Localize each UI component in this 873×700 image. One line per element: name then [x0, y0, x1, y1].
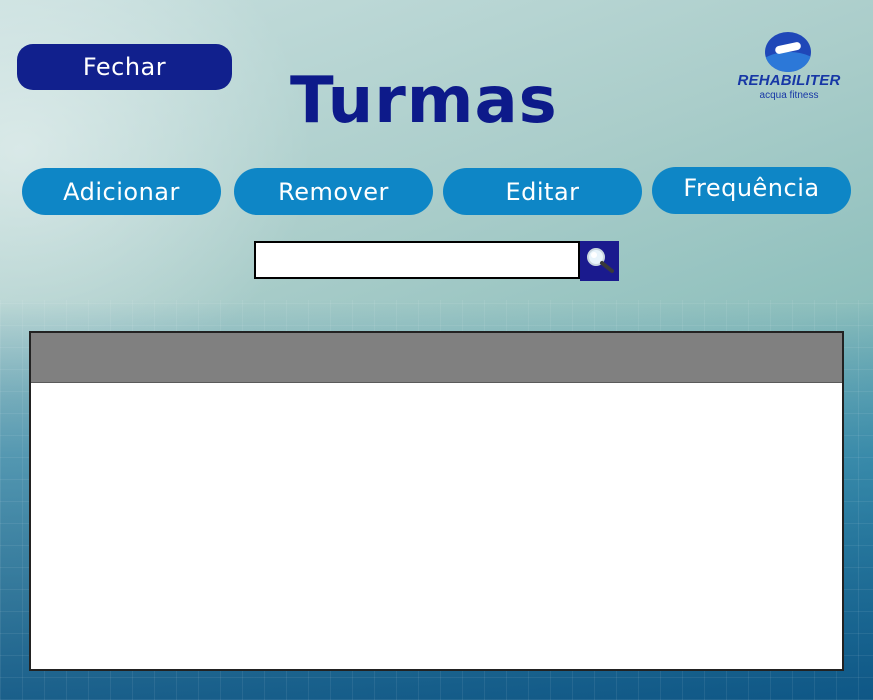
search-button[interactable] [580, 241, 619, 281]
remove-button[interactable]: Remover [234, 168, 433, 215]
edit-button[interactable]: Editar [443, 168, 642, 215]
add-button-label: Adicionar [63, 177, 180, 206]
table-header [31, 333, 842, 383]
brand-logo: REHABILITER acqua fitness [728, 32, 850, 102]
attendance-button[interactable]: Frequência [652, 167, 851, 214]
search-input[interactable] [254, 241, 580, 279]
logo-tagline: acqua fitness [759, 90, 819, 101]
edit-button-label: Editar [505, 177, 580, 206]
page-title: Turmas [290, 64, 558, 138]
remove-button-label: Remover [278, 177, 389, 206]
logo-name: REHABILITER [737, 72, 841, 89]
attendance-button-label: Frequência [683, 173, 820, 202]
close-button-label: Fechar [82, 53, 167, 81]
classes-table[interactable] [29, 331, 844, 671]
add-button[interactable]: Adicionar [22, 168, 221, 215]
close-button[interactable]: Fechar [17, 44, 232, 90]
magnifier-icon [586, 248, 614, 273]
swimmer-logo-icon [765, 32, 811, 72]
